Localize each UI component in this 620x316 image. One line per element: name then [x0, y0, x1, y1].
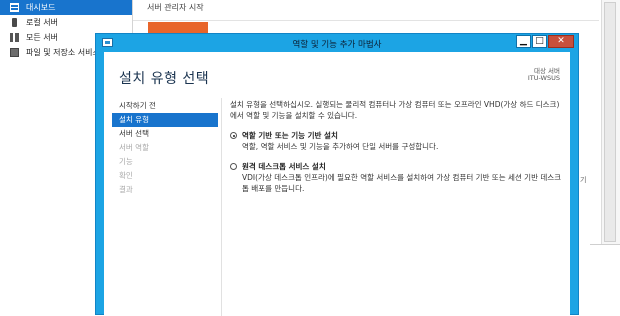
installation-type-content: 설치 유형을 선택하십시오. 실행되는 물리적 컴퓨터나 가상 컴퓨터 또는 오… [230, 99, 564, 203]
option-label[interactable]: 역할 기반 또는 기능 기반 설치 [242, 130, 564, 141]
nav-item-label: 대시보드 [26, 3, 56, 12]
divider [590, 244, 620, 245]
wizard-content-area: 설치 유형 선택 대상 서버 ITU-WSUS 시작하기 전 설치 유형 서버 … [104, 52, 570, 316]
servers-icon [10, 33, 19, 42]
destination-server-value: ITU-WSUS [527, 74, 560, 82]
radio-unselected-icon[interactable] [230, 163, 237, 170]
step-results: 결과 [119, 185, 133, 194]
background-text: 기 [580, 176, 587, 184]
page-title: 서버 관리자 시작 [147, 3, 204, 12]
wizard-steps: 시작하기 전 설치 유형 서버 선택 서버 역할 기능 확인 결과 [112, 99, 218, 197]
nav-item-label: 로컬 서버 [26, 18, 58, 27]
nav-item-label: 모든 서버 [26, 33, 58, 42]
step-installation-type[interactable]: 설치 유형 [112, 113, 218, 127]
minimize-button[interactable]: ▁ [516, 35, 531, 48]
title-bar[interactable]: 역할 및 기능 추가 마법사 ▁ □ ✕ [96, 34, 578, 52]
dashboard-icon [10, 3, 19, 12]
option-description: 역할, 역할 서비스 및 기능을 추가하여 단일 서버를 구성합니다. [242, 142, 439, 151]
maximize-button[interactable]: □ [532, 35, 547, 48]
file-storage-icon [10, 48, 19, 57]
option-label[interactable]: 원격 데스크톱 서비스 설치 [242, 161, 564, 172]
step-server-selection[interactable]: 서버 선택 [112, 127, 218, 141]
description-text: 설치 유형을 선택하십시오. 실행되는 물리적 컴퓨터나 가상 컴퓨터 또는 오… [230, 100, 560, 120]
close-button[interactable]: ✕ [548, 35, 574, 48]
steps-separator [221, 98, 222, 316]
scrollbar-thumb[interactable] [604, 2, 616, 242]
divider [133, 20, 599, 21]
add-roles-wizard-window: 역할 및 기능 추가 마법사 ▁ □ ✕ 설치 유형 선택 대상 서버 ITU-… [95, 33, 579, 316]
step-features: 기능 [119, 157, 133, 166]
option-description: VDI(가상 데스크톱 인프라)에 필요한 역할 서비스를 설치하여 가상 컴퓨… [242, 173, 562, 193]
radio-selected-icon[interactable] [230, 132, 237, 139]
window-title: 역할 및 기능 추가 마법사 [292, 40, 382, 50]
step-before-you-begin[interactable]: 시작하기 전 [112, 99, 218, 113]
option-remote-desktop[interactable]: 원격 데스크톱 서비스 설치 VDI(가상 데스크톱 인프라)에 필요한 역할 … [230, 161, 564, 194]
nav-item-dashboard[interactable]: 대시보드 [0, 0, 132, 15]
server-icon [12, 18, 17, 27]
nav-item-local-server[interactable]: 로컬 서버 [0, 15, 132, 30]
step-server-roles: 서버 역할 [119, 143, 149, 152]
wizard-page-heading: 설치 유형 선택 [119, 71, 210, 87]
step-confirmation: 확인 [119, 171, 133, 180]
nav-item-label: 파일 및 저장소 서비스 [26, 48, 100, 57]
welcome-panel-edge [578, 40, 591, 240]
option-role-based[interactable]: 역할 기반 또는 기능 기반 설치 역할, 역할 서비스 및 기능을 추가하여 … [230, 130, 564, 152]
